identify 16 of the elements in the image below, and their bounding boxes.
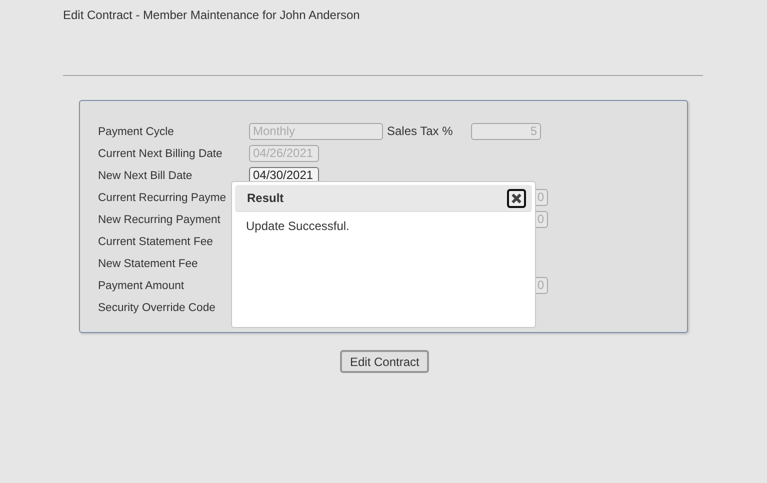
- field-label: Current Recurring Payme: [98, 192, 226, 204]
- close-icon: [511, 192, 522, 204]
- field-label: Current Statement Fee: [98, 236, 213, 248]
- dialog-title: Result: [247, 191, 284, 205]
- page-title: Edit Contract - Member Maintenance for John Anderson: [63, 8, 361, 22]
- field-label: New Recurring Payment: [98, 214, 220, 226]
- field-label: New Next Bill Date: [98, 170, 192, 182]
- close-button[interactable]: [507, 188, 526, 208]
- field-label: Payment Cycle: [98, 126, 174, 138]
- edit-contract-button[interactable]: Edit Contract: [340, 350, 430, 373]
- field-label: Sales Tax %: [387, 124, 454, 138]
- field-label: Security Override Code: [98, 302, 216, 314]
- field-label: Payment Amount: [98, 280, 184, 292]
- field-label: Current Next Billing Date: [98, 148, 222, 160]
- field-label: New Statement Fee: [98, 258, 198, 270]
- dialog-message: Update Successful.: [245, 218, 350, 235]
